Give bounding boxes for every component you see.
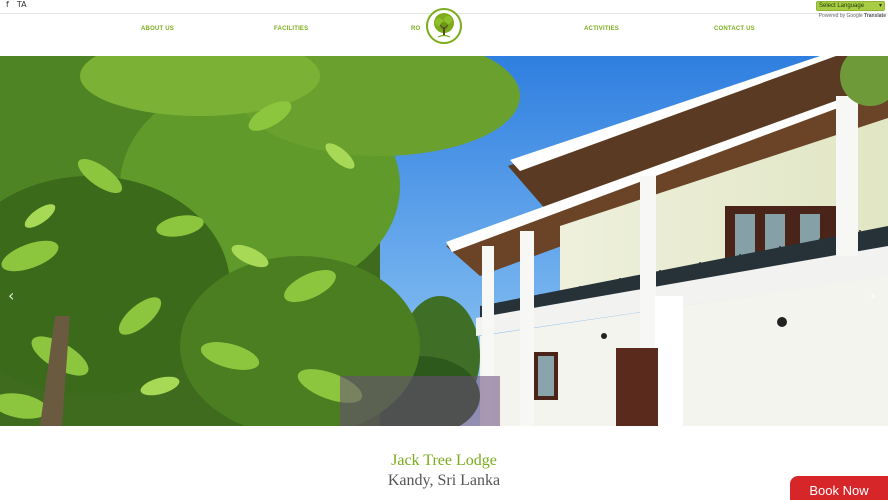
language-select[interactable]: Select Language ▾ (816, 1, 885, 11)
nav-contact-us[interactable]: CONTACT US (714, 26, 755, 32)
google-label: Google (846, 13, 863, 19)
slider-next-arrow[interactable]: › (870, 288, 876, 304)
facebook-icon[interactable]: f (6, 0, 9, 10)
nav-facilities[interactable]: FACILITIES (274, 26, 308, 32)
tree-icon (434, 13, 454, 38)
book-now-button[interactable]: Book Now (790, 476, 888, 500)
nav-activities[interactable]: ACTIVITIES (584, 26, 619, 32)
powered-by-label: Powered by (818, 13, 846, 19)
slider-prev-arrow[interactable]: ‹ (8, 288, 14, 304)
powered-by-google: Powered by Google Translate (816, 13, 886, 19)
translate-link[interactable]: Translate (864, 13, 886, 19)
page-subtitle: Kandy, Sri Lanka (387, 472, 501, 489)
chevron-down-icon: ▾ (878, 3, 882, 9)
nav-about-us[interactable]: ABOUT US (141, 26, 174, 32)
language-select-label: Select Language (819, 3, 865, 9)
page-title: Jack Tree Lodge (391, 452, 497, 469)
tripadvisor-icon[interactable]: TA (17, 0, 27, 10)
google-translate-widget: Select Language ▾ Powered by Google Tran… (816, 1, 886, 19)
nav-rooms[interactable]: RO (411, 26, 420, 32)
social-links: f TA (6, 0, 27, 10)
hero-slider[interactable]: ‹ › (0, 56, 888, 426)
hero-image (0, 56, 888, 426)
tree-logo[interactable] (426, 8, 462, 44)
